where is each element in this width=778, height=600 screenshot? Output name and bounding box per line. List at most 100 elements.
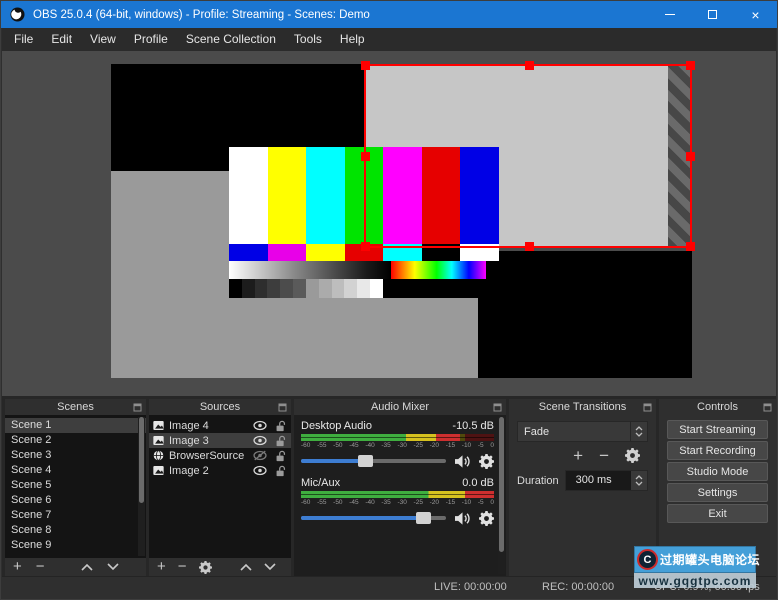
visibility-eye-icon[interactable]	[253, 435, 267, 446]
menu-edit[interactable]: Edit	[42, 28, 81, 51]
duration-spin-arrows[interactable]	[631, 471, 647, 490]
source-properties-gear-icon[interactable]	[198, 560, 212, 574]
visibility-eye-off-icon[interactable]	[253, 450, 267, 461]
volume-slider[interactable]	[301, 451, 446, 471]
remove-scene-button[interactable]: −	[36, 559, 45, 574]
menu-scene-collection[interactable]: Scene Collection	[177, 28, 285, 51]
transition-select[interactable]: Fade	[517, 421, 648, 442]
selection-handle-bottom-right[interactable]	[686, 242, 695, 251]
source-selection-outline[interactable]	[361, 61, 695, 251]
selection-handle-top-right[interactable]	[686, 61, 695, 70]
menu-profile[interactable]: Profile	[125, 28, 177, 51]
selection-handle-top-left[interactable]	[361, 61, 370, 70]
move-source-down-button[interactable]	[263, 563, 276, 571]
studio-mode-button[interactable]: Studio Mode	[667, 462, 768, 481]
exit-button[interactable]: Exit	[667, 504, 768, 523]
scenes-toolbar: + −	[5, 558, 146, 576]
start-recording-button[interactable]: Start Recording	[667, 441, 768, 460]
volume-slider-handle[interactable]	[415, 512, 431, 524]
test-pattern-step-row	[229, 279, 499, 298]
selection-handle-middle-left[interactable]	[361, 152, 370, 161]
scene-item-9[interactable]: Scene 9	[5, 538, 146, 553]
volume-slider-handle[interactable]	[357, 455, 373, 467]
meter-tick-label: -10	[461, 442, 472, 449]
duration-spinbox[interactable]: 300 ms	[564, 470, 648, 491]
move-scene-down-button[interactable]	[106, 563, 119, 571]
start-streaming-button[interactable]: Start Streaming	[667, 420, 768, 439]
move-source-up-button[interactable]	[239, 563, 252, 571]
add-transition-button[interactable]: +	[573, 447, 583, 464]
meter-tick-label: -15	[445, 499, 456, 506]
meter-tick-label: -55	[317, 442, 327, 449]
scene-item-5[interactable]: Scene 5	[5, 478, 146, 493]
scenes-scrollbar[interactable]	[138, 417, 145, 556]
meter-scale: -60 -55 -50 -45 -40 -35 -30 -25 -20 -15 -10 -5 0	[301, 498, 494, 507]
image-icon	[153, 420, 164, 431]
dock-icon[interactable]	[278, 403, 287, 412]
channel-settings-gear-icon[interactable]	[479, 453, 494, 469]
menu-view[interactable]: View	[81, 28, 125, 51]
speaker-icon[interactable]	[454, 511, 471, 526]
lock-open-icon[interactable]	[275, 420, 286, 432]
source-row-image2[interactable]: Image 2	[149, 463, 291, 478]
source-row-browsersource[interactable]: BrowserSource	[149, 448, 291, 463]
scene-item-3[interactable]: Scene 3	[5, 448, 146, 463]
close-button[interactable]: ×	[734, 1, 777, 28]
transition-select-arrows[interactable]	[630, 422, 647, 441]
dock-icon[interactable]	[493, 403, 502, 412]
visibility-eye-icon[interactable]	[253, 420, 267, 431]
mixer-scrollbar[interactable]	[498, 417, 505, 574]
scene-item-1[interactable]: Scene 1	[5, 418, 146, 433]
volume-slider[interactable]	[301, 508, 446, 528]
source-row-image3[interactable]: Image 3	[149, 433, 291, 448]
watermark-url: www.gqgtpc.com	[638, 573, 752, 588]
scene-item-6[interactable]: Scene 6	[5, 493, 146, 508]
selection-handle-bottom-middle[interactable]	[525, 242, 534, 251]
channel-level: -10.5 dB	[452, 420, 494, 432]
scene-item-4[interactable]: Scene 4	[5, 463, 146, 478]
dock-icon[interactable]	[133, 403, 142, 412]
lock-open-icon[interactable]	[275, 450, 286, 462]
menu-help[interactable]: Help	[331, 28, 374, 51]
scene-item-7[interactable]: Scene 7	[5, 508, 146, 523]
image-icon	[153, 465, 164, 476]
menu-file[interactable]: File	[5, 28, 42, 51]
dock-icon[interactable]	[763, 403, 772, 412]
preview-area[interactable]	[2, 51, 776, 396]
maximize-button[interactable]	[691, 1, 734, 28]
meter-tick-label: -55	[317, 499, 327, 506]
meter-tick-label: -10	[461, 499, 472, 506]
source-row-image4[interactable]: Image 4	[149, 418, 291, 433]
selection-handle-bottom-left[interactable]	[361, 242, 370, 251]
meter-tick-label: -5	[477, 442, 484, 449]
transition-properties-gear-icon[interactable]	[625, 448, 640, 463]
selection-handle-middle-right[interactable]	[686, 152, 695, 161]
channel-level: 0.0 dB	[462, 477, 494, 489]
audio-mixer-body: Desktop Audio -10.5 dB -60 -55 -50 -45 -40 -3…	[294, 415, 506, 576]
meter-tick-label: -30	[397, 499, 407, 506]
visibility-eye-icon[interactable]	[253, 465, 267, 476]
add-scene-button[interactable]: +	[13, 559, 22, 574]
dock-icon[interactable]	[643, 403, 652, 412]
move-scene-up-button[interactable]	[80, 563, 93, 571]
add-source-button[interactable]: +	[157, 559, 166, 574]
channel-name: Mic/Aux	[301, 477, 341, 489]
lock-open-icon[interactable]	[275, 435, 286, 447]
settings-button[interactable]: Settings	[667, 483, 768, 502]
selection-handle-top-middle[interactable]	[525, 61, 534, 70]
menu-tools[interactable]: Tools	[285, 28, 331, 51]
scene-item-2[interactable]: Scene 2	[5, 433, 146, 448]
watermark-banner: C 过期罐头电脑论坛	[634, 546, 760, 573]
image-icon	[153, 435, 164, 446]
minimize-button[interactable]	[648, 1, 691, 28]
remove-source-button[interactable]: −	[178, 559, 187, 574]
meter-tick-label: -20	[429, 442, 440, 449]
scene-item-8[interactable]: Scene 8	[5, 523, 146, 538]
channel-settings-gear-icon[interactable]	[479, 510, 494, 526]
canvas-black-rect-bottom-right[interactable]	[478, 251, 692, 378]
lock-open-icon[interactable]	[275, 465, 286, 477]
meter-tick-label: -35	[381, 442, 391, 449]
speaker-icon[interactable]	[454, 454, 471, 469]
duration-label: Duration	[517, 474, 559, 487]
remove-transition-button[interactable]: −	[599, 447, 609, 464]
